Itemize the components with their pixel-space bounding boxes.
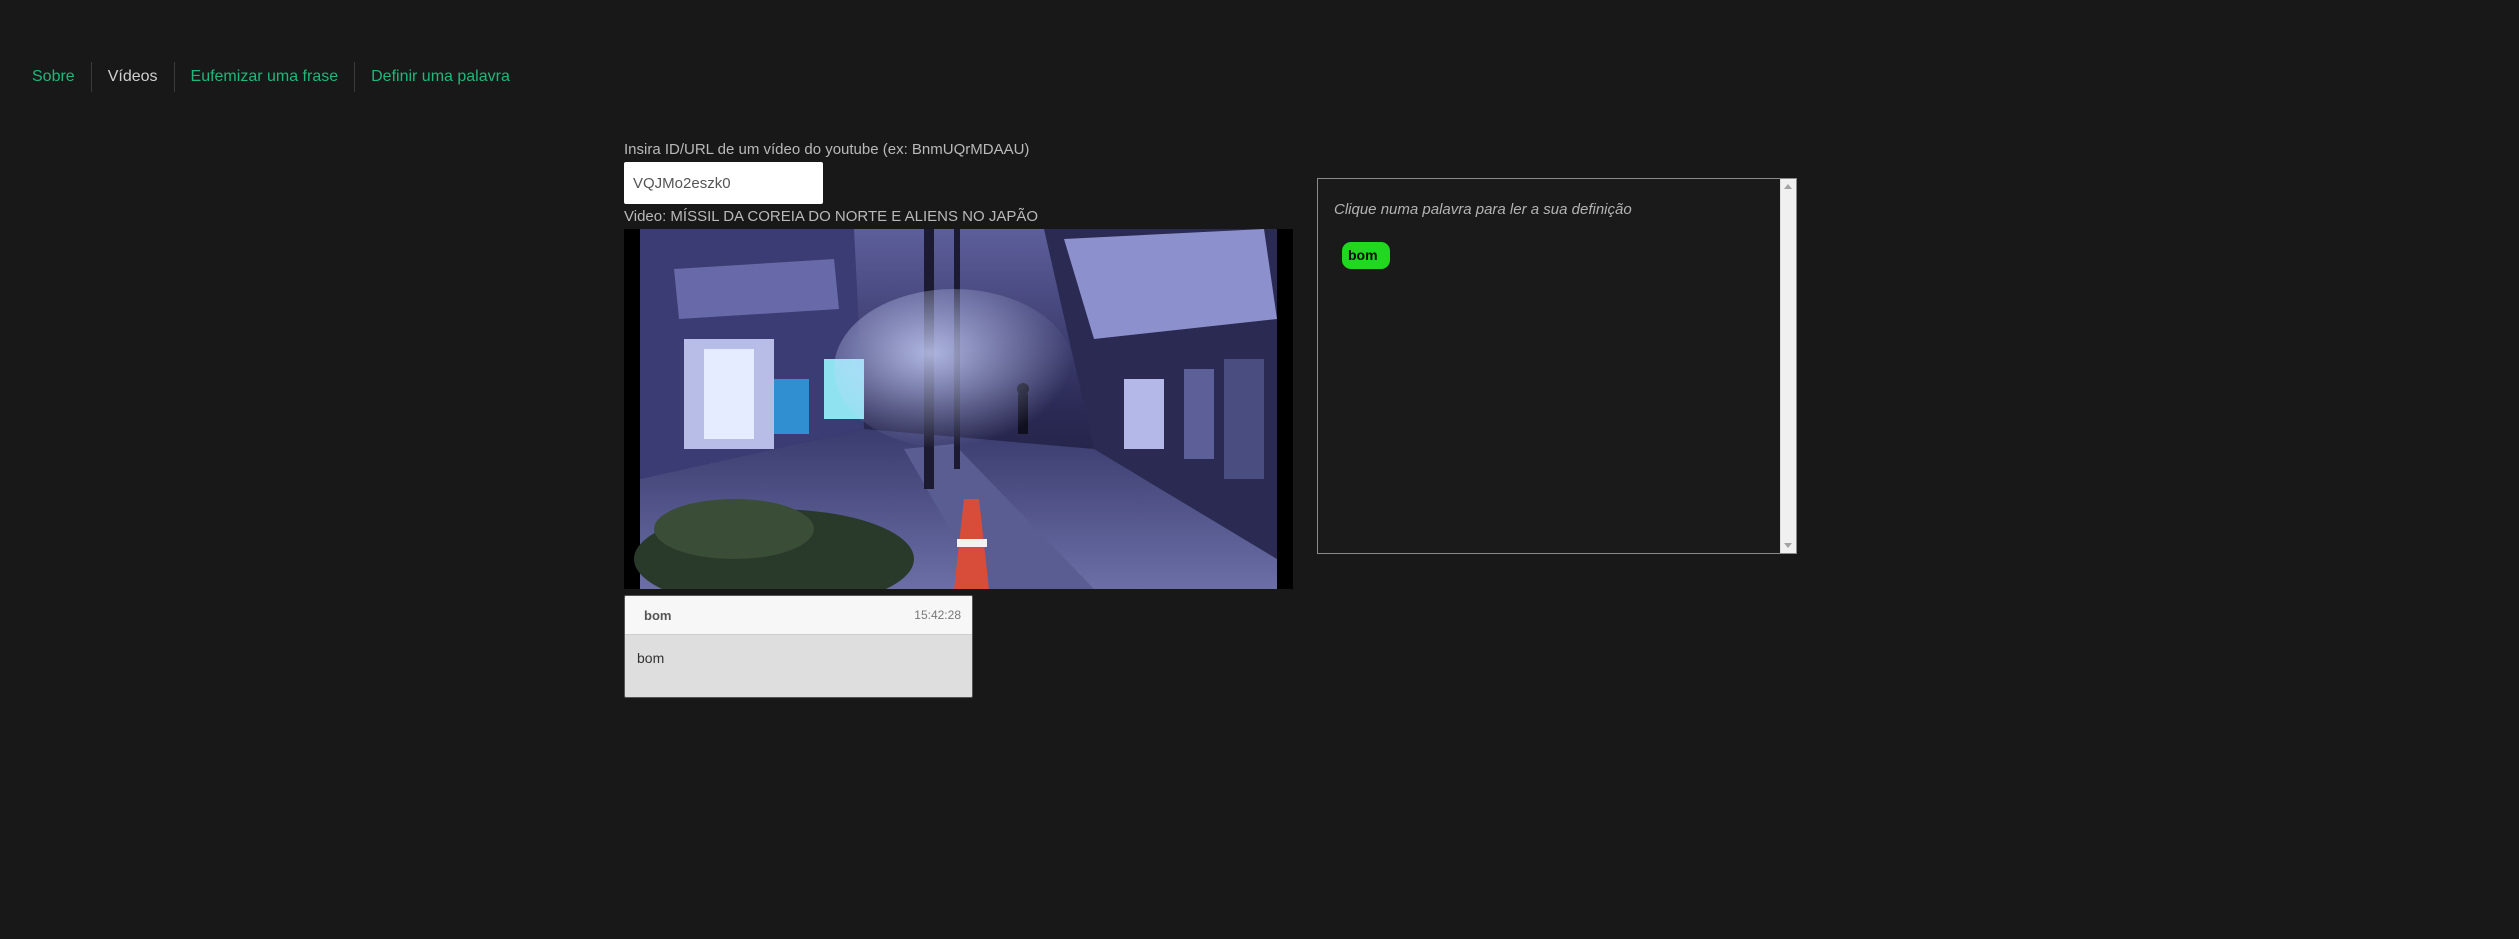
subtitle-card-header: bom 15:42:28: [625, 596, 972, 635]
video-frame: [624, 229, 1293, 589]
subtitle-speaker: bom: [644, 607, 672, 623]
subtitle-card: bom 15:42:28 bom: [624, 595, 973, 698]
definition-scrollbar[interactable]: [1780, 179, 1796, 553]
word-chip[interactable]: bom: [1342, 242, 1390, 269]
video-id-input[interactable]: [624, 162, 823, 204]
scroll-down-icon[interactable]: [1784, 543, 1792, 548]
top-nav: Sobre Vídeos Eufemizar uma frase Definir…: [32, 62, 526, 92]
nav-sobre[interactable]: Sobre: [32, 62, 91, 92]
nav-definir[interactable]: Definir uma palavra: [354, 62, 526, 92]
scroll-up-icon[interactable]: [1784, 184, 1792, 189]
video-player[interactable]: [624, 229, 1293, 589]
subtitle-timestamp: 15:42:28: [914, 608, 961, 622]
definition-panel: Clique numa palavra para ler a sua defin…: [1317, 178, 1797, 554]
nav-videos[interactable]: Vídeos: [90, 62, 174, 92]
definition-hint: Clique numa palavra para ler a sua defin…: [1334, 201, 1632, 218]
video-title: Video: MÍSSIL DA COREIA DO NORTE E ALIEN…: [624, 208, 1039, 225]
nav-eufemizar[interactable]: Eufemizar uma frase: [173, 62, 355, 92]
subtitle-text: bom: [637, 650, 665, 666]
video-id-label: Insira ID/URL de um vídeo do youtube (ex…: [624, 141, 1030, 158]
